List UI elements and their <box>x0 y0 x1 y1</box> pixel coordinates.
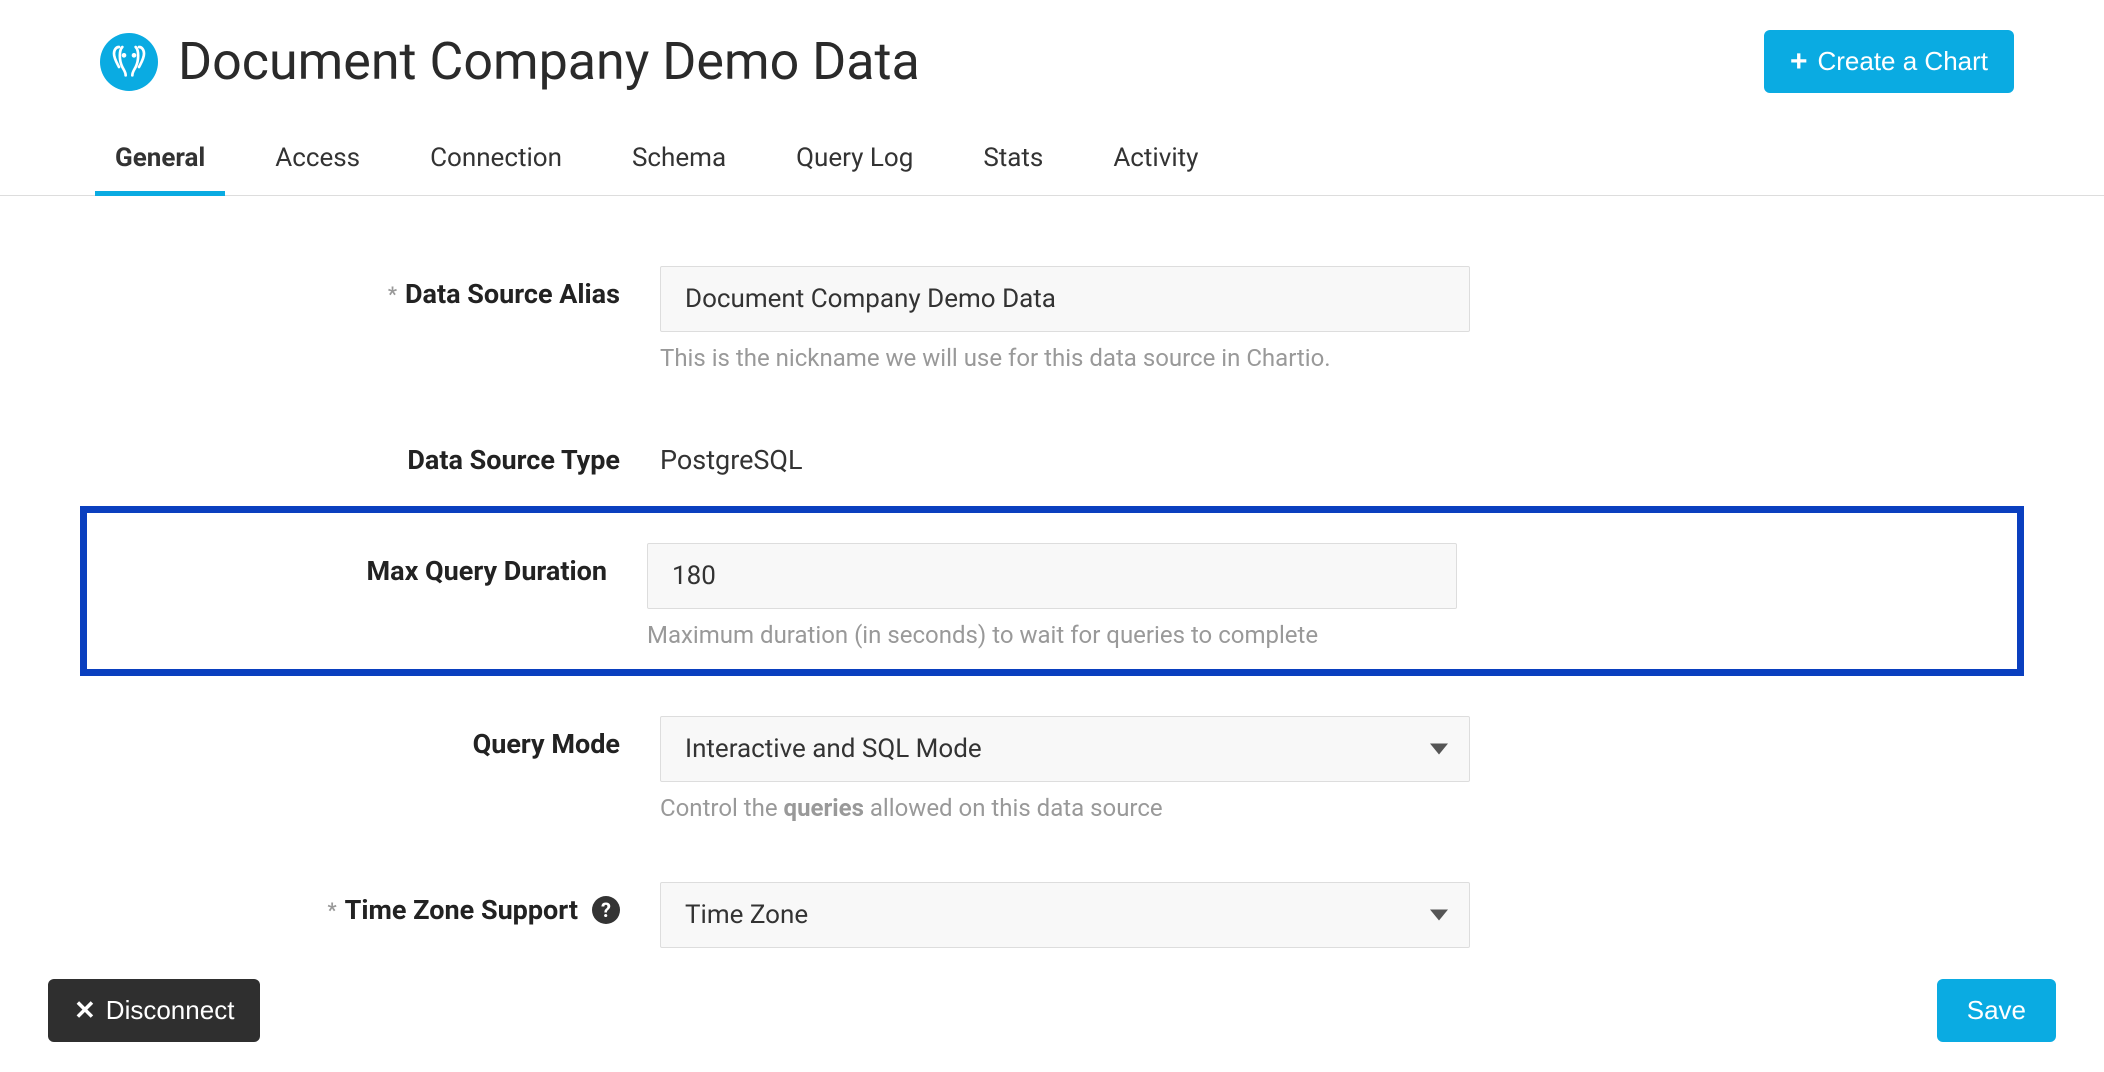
title-group: Document Company Demo Data <box>100 31 920 92</box>
max-query-duration-highlight: Max Query Duration Maximum duration (in … <box>80 506 2024 676</box>
tab-query-log[interactable]: Query Log <box>796 143 913 195</box>
tab-general[interactable]: General <box>115 143 205 195</box>
data-source-type-value: PostgreSQL <box>660 432 1470 476</box>
label-text: Data Source Alias <box>405 278 620 310</box>
tab-activity[interactable]: Activity <box>1113 143 1198 195</box>
max-query-duration-helper: Maximum duration (in seconds) to wait fo… <box>647 621 1457 649</box>
label-text: Max Query Duration <box>366 555 607 587</box>
postgresql-icon <box>100 33 158 91</box>
help-icon[interactable]: ? <box>592 896 620 924</box>
required-marker: * <box>388 282 397 306</box>
close-icon: ✕ <box>74 995 96 1026</box>
row-data-source-type: Data Source Type PostgreSQL <box>100 432 2004 476</box>
max-query-duration-input[interactable] <box>647 543 1457 609</box>
page-title: Document Company Demo Data <box>178 31 920 92</box>
footer: ✕ Disconnect Save <box>0 979 2104 1042</box>
tab-access[interactable]: Access <box>275 143 360 195</box>
query-mode-helper: Control the queries allowed on this data… <box>660 794 1470 822</box>
data-source-alias-input[interactable] <box>660 266 1470 332</box>
row-data-source-alias: * Data Source Alias This is the nickname… <box>100 266 2004 372</box>
label-data-source-type: Data Source Type <box>100 432 660 476</box>
form-area: * Data Source Alias This is the nickname… <box>0 196 2104 968</box>
tabs: General Access Connection Schema Query L… <box>0 113 2104 196</box>
page-header: Document Company Demo Data + Create a Ch… <box>0 0 2104 113</box>
create-chart-button[interactable]: + Create a Chart <box>1764 30 2014 93</box>
label-time-zone-support: * Time Zone Support ? <box>100 882 660 926</box>
tab-connection[interactable]: Connection <box>430 143 562 195</box>
row-query-mode: Query Mode Interactive and SQL Mode Cont… <box>100 716 2004 822</box>
save-button[interactable]: Save <box>1937 979 2056 1042</box>
time-zone-select[interactable]: Time Zone <box>660 882 1470 948</box>
required-marker: * <box>328 898 337 922</box>
tab-stats[interactable]: Stats <box>983 143 1043 195</box>
label-query-mode: Query Mode <box>100 716 660 760</box>
disconnect-label: Disconnect <box>106 995 235 1026</box>
row-time-zone-support: * Time Zone Support ? Time Zone <box>100 882 2004 948</box>
tab-schema[interactable]: Schema <box>632 143 726 195</box>
create-chart-label: Create a Chart <box>1817 46 1988 77</box>
plus-icon: + <box>1790 47 1808 77</box>
label-data-source-alias: * Data Source Alias <box>100 266 660 310</box>
disconnect-button[interactable]: ✕ Disconnect <box>48 979 260 1042</box>
alias-helper-text: This is the nickname we will use for thi… <box>660 344 1470 372</box>
label-text: Time Zone Support <box>345 894 578 926</box>
row-max-query-duration: Max Query Duration Maximum duration (in … <box>107 543 1997 649</box>
query-mode-select[interactable]: Interactive and SQL Mode <box>660 716 1470 782</box>
label-max-query-duration: Max Query Duration <box>107 543 647 587</box>
label-text: Data Source Type <box>407 444 620 476</box>
label-text: Query Mode <box>473 728 620 760</box>
